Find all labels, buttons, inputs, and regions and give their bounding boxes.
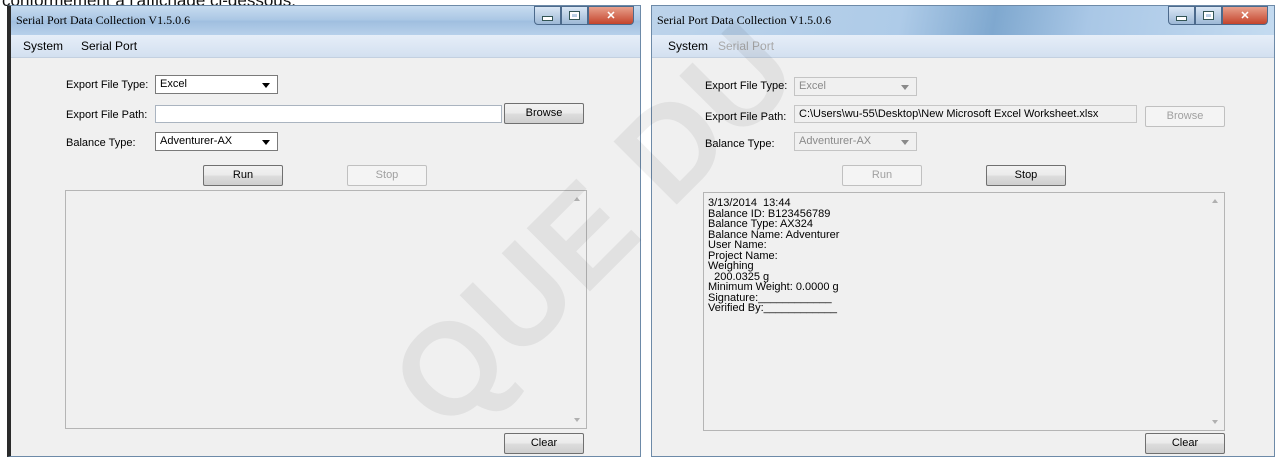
export-file-type-label: Export File Type: (705, 80, 788, 92)
chevron-down-icon (901, 85, 909, 90)
export-file-type-select[interactable]: Excel (794, 77, 917, 96)
chevron-down-icon (901, 140, 909, 145)
close-icon: ✕ (1240, 10, 1250, 22)
scroll-up-icon[interactable] (1212, 199, 1218, 203)
scroll-up-icon[interactable] (574, 197, 580, 201)
clear-button[interactable]: Clear (1145, 433, 1225, 454)
window-title: Serial Port Data Collection V1.5.0.6 (16, 13, 191, 27)
window-title: Serial Port Data Collection V1.5.0.6 (657, 13, 832, 27)
balance-type-select[interactable]: Adventurer-AX (155, 132, 278, 151)
title-bar[interactable]: Serial Port Data Collection V1.5.0.6 ✕ (11, 6, 640, 35)
menu-bar: System Serial Port (652, 35, 1274, 58)
maximize-icon (1203, 11, 1214, 20)
output-textarea[interactable]: 3/13/2014 13:44 Balance ID: B123456789 Bal… (703, 192, 1225, 431)
caption-buttons: ✕ (534, 6, 634, 26)
balance-type-select[interactable]: Adventurer-AX (794, 132, 917, 151)
run-button[interactable]: Run (842, 165, 922, 186)
browse-button[interactable]: Browse (1145, 106, 1225, 127)
menu-system[interactable]: System (23, 39, 63, 53)
close-icon: ✕ (606, 10, 616, 22)
balance-type-label: Balance Type: (705, 138, 775, 150)
menu-serial-port[interactable]: Serial Port (718, 39, 774, 53)
balance-type-value: Adventurer-AX (799, 135, 872, 147)
left-app-window: Serial Port Data Collection V1.5.0.6 ✕ S… (7, 5, 641, 457)
minimize-button[interactable] (1168, 6, 1195, 25)
clear-button[interactable]: Clear (504, 433, 584, 454)
output-line: User Name: (708, 239, 767, 251)
export-file-type-value: Excel (799, 80, 826, 92)
output-line: 3/13/2014 13:44 (708, 197, 791, 209)
minimize-button[interactable] (534, 6, 561, 25)
output-line: Balance Type: AX324 (708, 218, 813, 230)
export-file-path-label: Export File Path: (66, 109, 148, 121)
export-file-path-input[interactable] (155, 105, 502, 123)
maximize-button[interactable] (1195, 6, 1222, 25)
export-file-type-value: Excel (160, 78, 187, 90)
chevron-down-icon (262, 140, 270, 145)
menu-serial-port[interactable]: Serial Port (81, 39, 137, 53)
caption-buttons: ✕ (1168, 6, 1268, 26)
stop-button[interactable]: Stop (986, 165, 1066, 186)
export-file-type-label: Export File Type: (66, 79, 149, 91)
title-bar[interactable]: Serial Port Data Collection V1.5.0.6 ✕ (652, 6, 1274, 35)
maximize-icon (569, 11, 580, 20)
stop-button[interactable]: Stop (347, 165, 427, 186)
output-line: Minimum Weight: 0.0000 g (708, 281, 839, 293)
export-file-path-input[interactable]: C:\Users\wu-55\Desktop\New Microsoft Exc… (794, 105, 1137, 123)
right-app-window: Serial Port Data Collection V1.5.0.6 ✕ S… (651, 5, 1275, 457)
minimize-icon (1176, 16, 1187, 21)
close-button[interactable]: ✕ (588, 6, 634, 25)
export-file-type-select[interactable]: Excel (155, 75, 278, 94)
menu-bar: System Serial Port (11, 35, 640, 58)
run-button[interactable]: Run (203, 165, 283, 186)
menu-system[interactable]: System (668, 39, 708, 53)
output-line: Weighing (708, 260, 754, 272)
scroll-down-icon[interactable] (574, 418, 580, 422)
output-scrollbar[interactable] (1207, 193, 1224, 430)
output-line: Verified By:____________ (708, 302, 838, 314)
maximize-button[interactable] (561, 6, 588, 25)
output-textarea[interactable] (65, 190, 587, 429)
browse-button[interactable]: Browse (504, 103, 584, 124)
balance-type-label: Balance Type: (66, 137, 136, 149)
output-scrollbar[interactable] (569, 191, 586, 428)
chevron-down-icon (262, 83, 270, 88)
balance-type-value: Adventurer-AX (160, 135, 233, 147)
scroll-down-icon[interactable] (1212, 420, 1218, 424)
export-file-path-label: Export File Path: (705, 111, 787, 123)
output-text: 3/13/2014 13:44 Balance ID: B123456789 Bal… (708, 198, 839, 314)
close-button[interactable]: ✕ (1222, 6, 1268, 25)
minimize-icon (542, 16, 553, 21)
